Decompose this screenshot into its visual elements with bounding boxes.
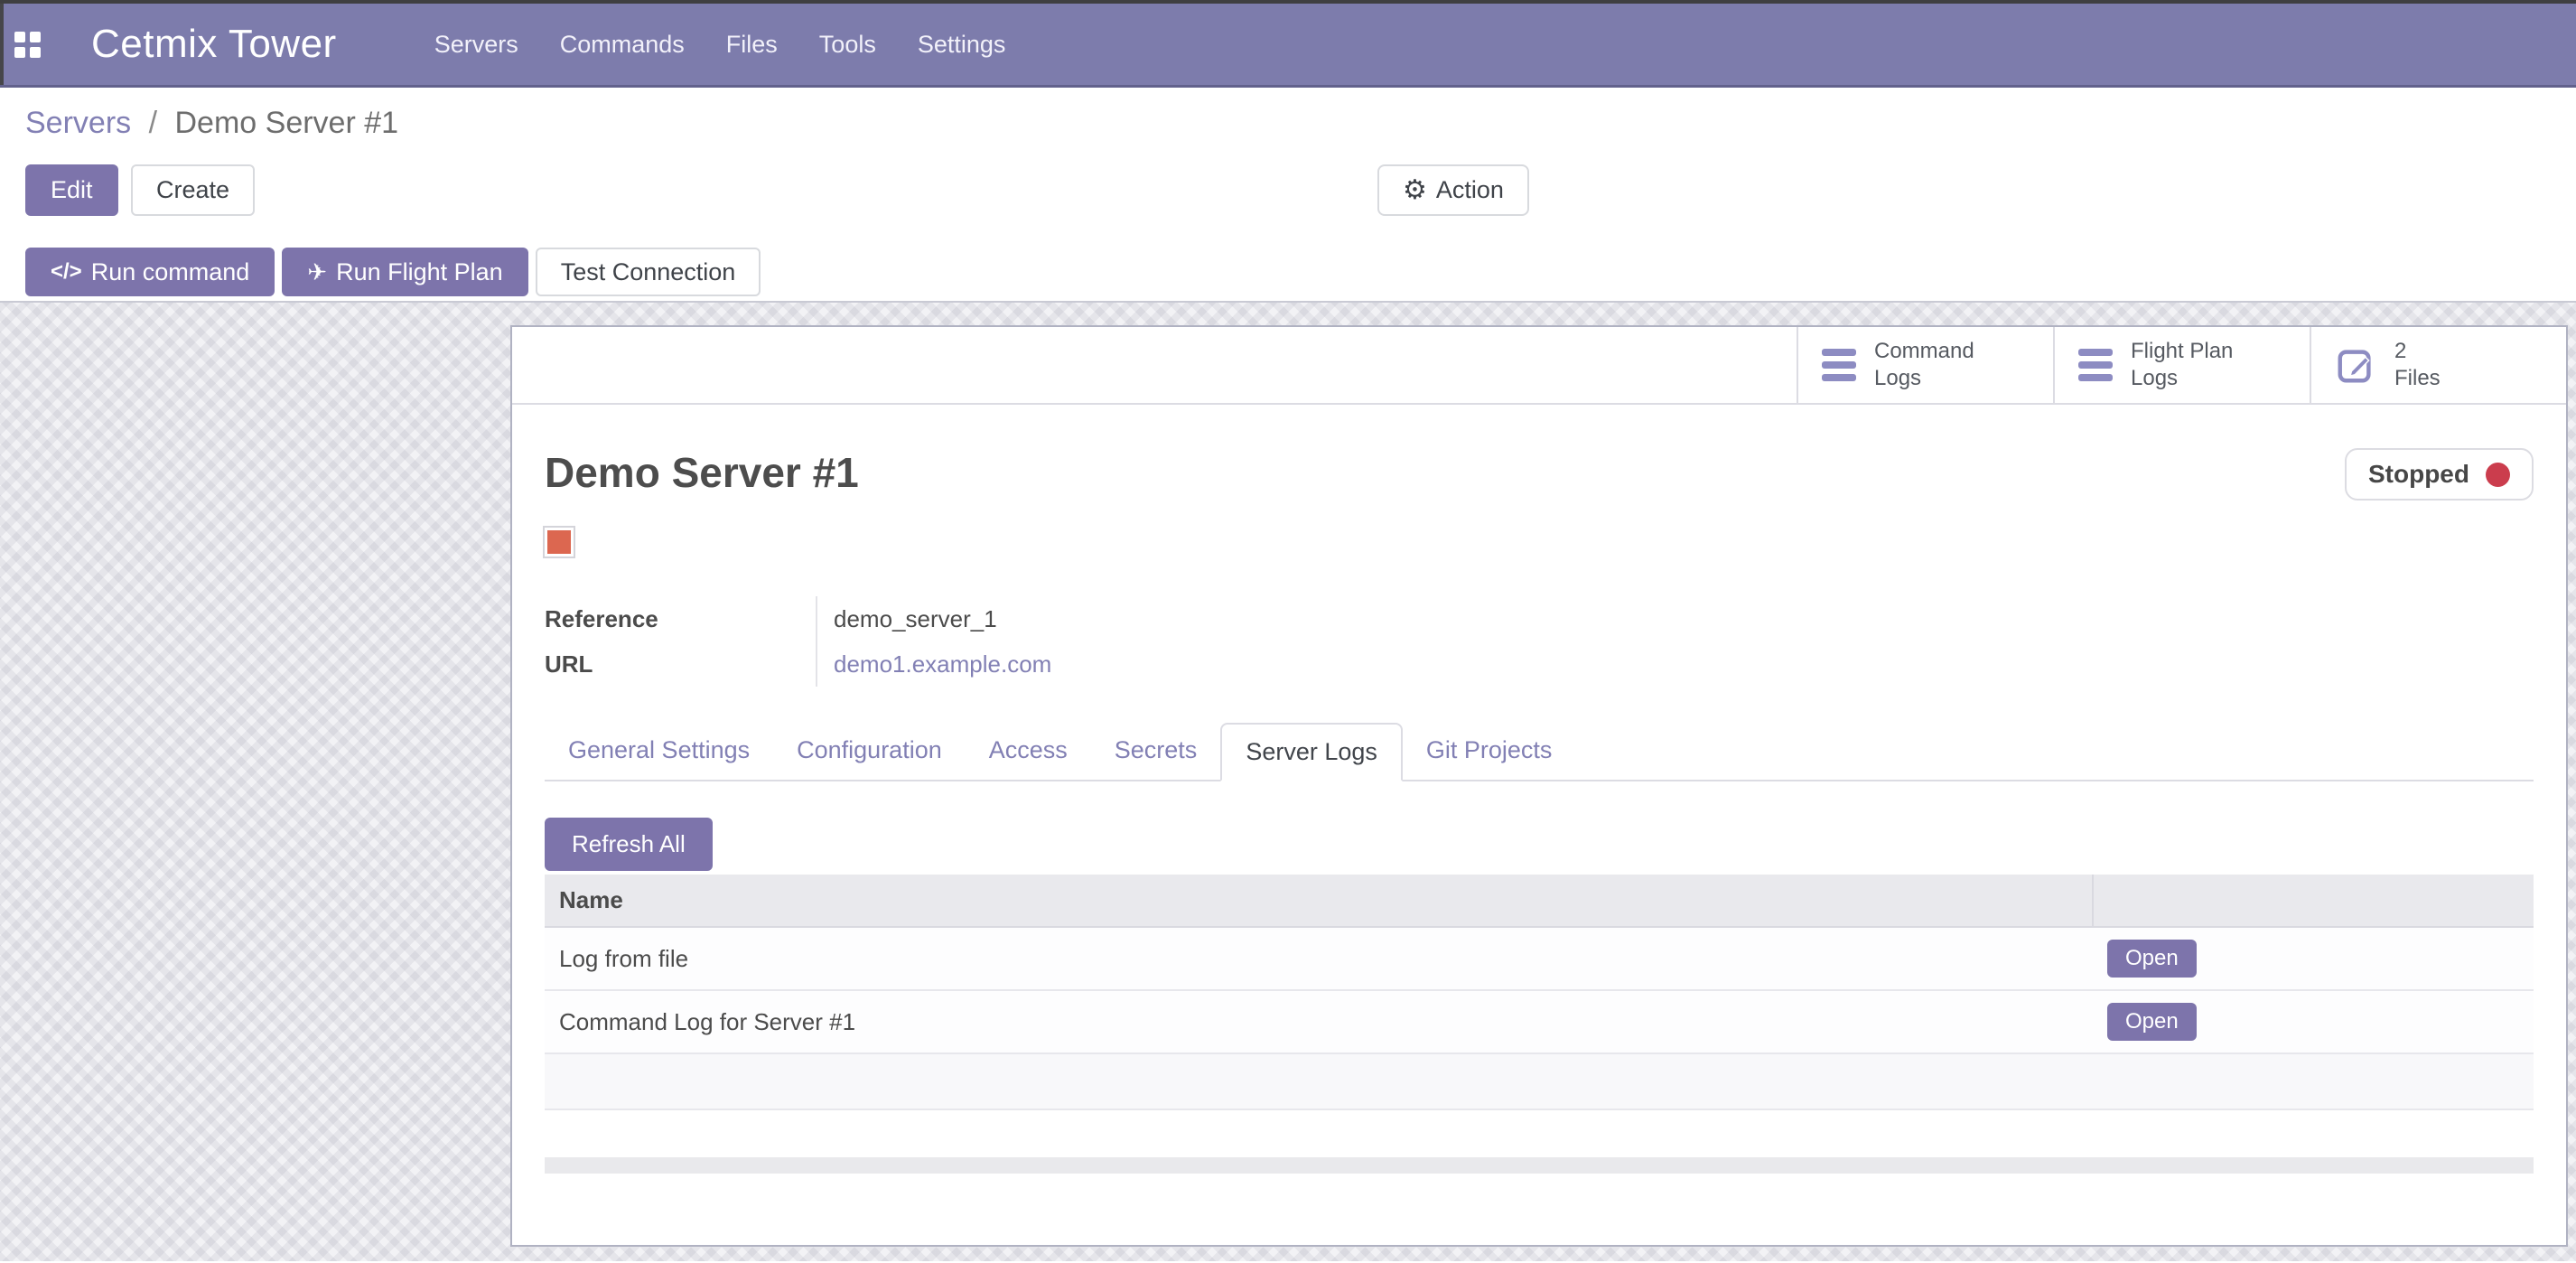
file-edit-icon [2335,344,2376,386]
reference-value: demo_server_1 [816,596,997,641]
server-actions-row: </> Run command ✈ Run Flight Plan Test C… [25,248,2551,296]
action-button-label: Action [1436,176,1504,204]
log-name-cell: Command Log for Server #1 [545,990,2093,1053]
run-flight-plan-label: Run Flight Plan [336,258,503,286]
plane-icon: ✈ [307,258,327,286]
nav-item-tools[interactable]: Tools [819,31,876,59]
notebook-tabs: General Settings Configuration Access Se… [545,723,2534,781]
nav-item-settings[interactable]: Settings [918,31,1006,59]
list-icon [1822,349,1856,381]
files-button[interactable]: 2 Files [2310,327,2566,403]
tab-general-settings[interactable]: General Settings [545,723,773,780]
navbar-menu: Servers Commands Files Tools Settings [434,31,1006,59]
run-command-label: Run command [91,258,250,286]
gear-icon: ⚙ [1403,177,1427,204]
open-log-button[interactable]: Open [2107,940,2197,978]
command-logs-label: Command Logs [1874,338,1974,392]
log-name-cell: Log from file [545,927,2093,990]
server-color-swatch[interactable] [545,528,574,557]
control-panel: Servers / Demo Server #1 Edit Create ⚙ A… [0,88,2576,303]
tab-access[interactable]: Access [966,723,1091,780]
url-value-link[interactable]: demo1.example.com [816,641,1051,687]
tab-server-logs[interactable]: Server Logs [1220,723,1403,781]
breadcrumb-separator: / [149,106,157,140]
nav-item-files[interactable]: Files [726,31,778,59]
create-button[interactable]: Create [131,164,255,216]
nav-item-commands[interactable]: Commands [560,31,685,59]
list-icon [2078,349,2113,381]
edit-button[interactable]: Edit [25,164,118,216]
app-brand[interactable]: Cetmix Tower [91,22,337,67]
table-row[interactable]: Log from file Open [545,927,2534,990]
stat-button-box: Command Logs Flight Plan Logs [512,327,2566,405]
run-flight-plan-button[interactable]: ✈ Run Flight Plan [282,248,527,296]
code-icon: </> [51,259,82,285]
server-form-sheet: Command Logs Flight Plan Logs [510,325,2568,1247]
files-label: 2 Files [2394,338,2441,392]
tab-configuration[interactable]: Configuration [773,723,966,780]
status-label: Stopped [2368,460,2469,489]
empty-table-row [545,1053,2534,1109]
field-group: Reference demo_server_1 URL demo1.exampl… [545,596,2534,687]
status-badge[interactable]: Stopped [2345,448,2534,501]
apps-grid-icon[interactable] [14,32,41,58]
table-row[interactable]: Command Log for Server #1 Open [545,990,2534,1053]
status-dot-icon [2486,463,2510,487]
open-log-button[interactable]: Open [2107,1003,2197,1041]
test-connection-button[interactable]: Test Connection [536,248,761,296]
column-header-action [2093,875,2534,927]
field-row-reference: Reference demo_server_1 [545,596,2534,641]
server-logs-table: Name Log from file Open Command Log for … [545,875,2534,1110]
tab-git-projects[interactable]: Git Projects [1403,723,1576,780]
bottom-separator-bar [545,1157,2534,1174]
workspace-background: Command Logs Flight Plan Logs [0,303,2576,1261]
refresh-all-button[interactable]: Refresh All [545,818,713,871]
command-logs-button[interactable]: Command Logs [1797,327,2053,403]
breadcrumb: Servers / Demo Server #1 [25,106,2551,141]
field-row-url: URL demo1.example.com [545,641,2534,687]
tab-secrets[interactable]: Secrets [1091,723,1221,780]
sheet-body: Demo Server #1 Stopped Reference demo_se… [512,448,2566,1174]
reference-label: Reference [545,605,816,633]
primary-actions-row: Edit Create ⚙ Action [25,164,2551,216]
run-command-button[interactable]: </> Run command [25,248,275,296]
column-header-name: Name [545,875,2093,927]
url-label: URL [545,650,816,678]
page-title: Demo Server #1 [545,448,859,497]
flight-plan-logs-label: Flight Plan Logs [2131,338,2233,392]
breadcrumb-servers-link[interactable]: Servers [25,106,131,140]
server-logs-tab-content: Refresh All Name Log from file Open [545,781,2534,1174]
main-navbar: Cetmix Tower Servers Commands Files Tool… [0,4,2576,88]
nav-item-servers[interactable]: Servers [434,31,518,59]
breadcrumb-current: Demo Server #1 [175,106,399,140]
action-button[interactable]: ⚙ Action [1377,164,1529,216]
flight-plan-logs-button[interactable]: Flight Plan Logs [2053,327,2310,403]
